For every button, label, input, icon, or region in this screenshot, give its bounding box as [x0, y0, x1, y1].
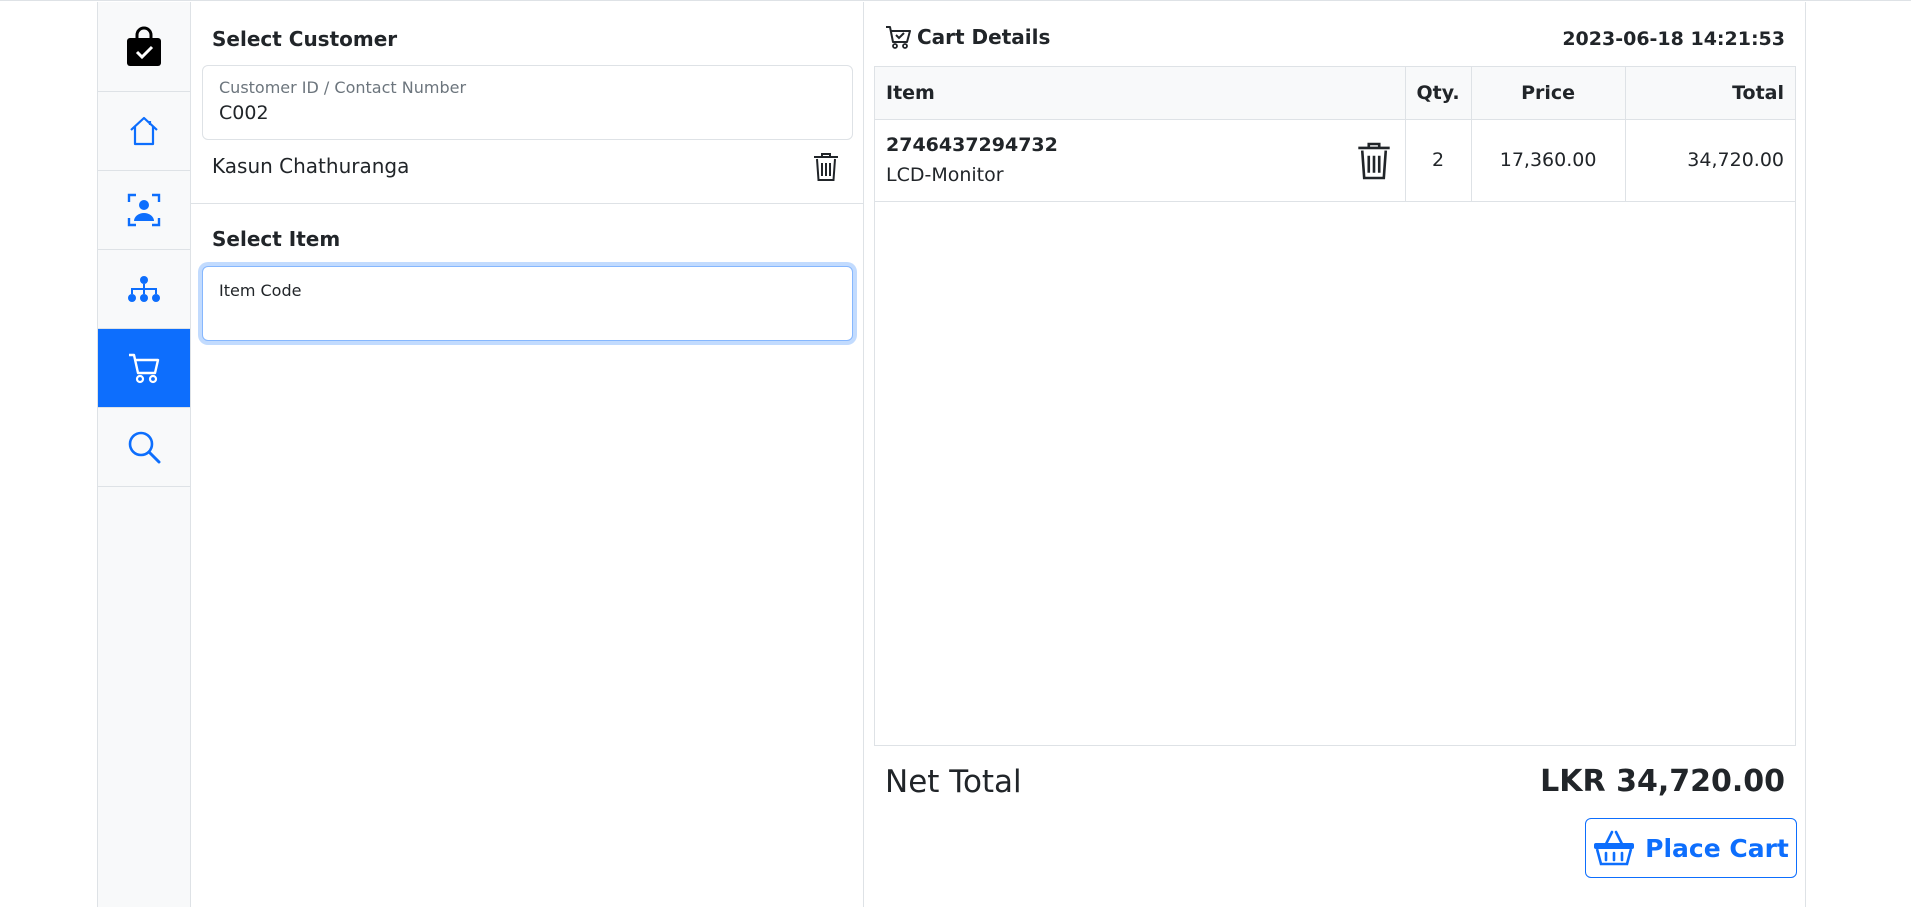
cart-icon	[129, 353, 160, 384]
cart-title: Cart Details	[885, 24, 1050, 50]
column-header-total: Total	[1625, 67, 1795, 120]
net-total-label: Net Total	[885, 764, 1022, 800]
diagram-icon	[128, 276, 160, 302]
column-header-item: Item	[875, 67, 1406, 120]
item-code: 2746437294732	[886, 134, 1058, 156]
table-row: 2746437294732 LCD-Monitor 2 17,360.00 34	[875, 119, 1795, 202]
sidebar-item-customers[interactable]	[98, 171, 190, 250]
shopping-bag-check-icon	[127, 26, 161, 66]
column-header-price: Price	[1471, 67, 1626, 120]
sidebar-item-home[interactable]	[98, 92, 190, 171]
place-cart-label: Place Cart	[1645, 833, 1789, 863]
customer-id-field[interactable]: Customer ID / Contact Number C002	[202, 65, 853, 140]
cart-table-container: Item Qty. Price Total 2746437294732 LCD-…	[874, 66, 1796, 746]
item-code-input[interactable]: Item Code	[202, 266, 853, 341]
cart-item-cell: 2746437294732 LCD-Monitor	[875, 119, 1406, 202]
cart-panel: Cart Details 2023-06-18 14:21:53 Item Qt…	[864, 2, 1806, 907]
item-code-label: Item Code	[219, 281, 302, 300]
item-total: 34,720.00	[1625, 119, 1795, 202]
customer-id-label: Customer ID / Contact Number	[219, 78, 467, 97]
sidebar-logo	[98, 2, 190, 92]
basket-icon	[1594, 830, 1635, 866]
trash-icon	[1357, 142, 1390, 179]
trash-icon	[814, 153, 838, 181]
selection-panel: Select Customer Customer ID / Contact Nu…	[191, 2, 864, 907]
house-icon	[130, 116, 158, 146]
select-item-title: Select Item	[212, 227, 341, 251]
cart-table: Item Qty. Price Total 2746437294732 LCD-…	[875, 67, 1795, 202]
customer-name: Kasun Chathuranga	[212, 154, 410, 178]
sidebar-nav	[97, 2, 191, 907]
search-icon	[128, 431, 161, 464]
remove-customer-button[interactable]	[813, 152, 839, 186]
sidebar-item-items[interactable]	[98, 250, 190, 329]
remove-item-button[interactable]	[1357, 141, 1391, 186]
item-name: LCD-Monitor	[886, 164, 1004, 186]
column-header-qty: Qty.	[1405, 67, 1472, 120]
select-customer-title: Select Customer	[212, 27, 398, 51]
person-badge-icon	[127, 193, 161, 227]
net-total-value: LKR 34,720.00	[1540, 764, 1785, 799]
customer-id-value: C002	[219, 102, 269, 124]
sidebar-item-orders[interactable]	[98, 329, 190, 408]
cart-title-text: Cart Details	[917, 25, 1051, 49]
item-price: 17,360.00	[1471, 119, 1626, 202]
selected-customer-row: Kasun Chathuranga	[191, 140, 863, 204]
cart-table-header: Item Qty. Price Total	[875, 67, 1795, 120]
place-cart-button[interactable]: Place Cart	[1585, 818, 1797, 878]
sidebar-item-search[interactable]	[98, 408, 190, 487]
item-qty: 2	[1405, 119, 1472, 202]
cart-check-icon	[886, 26, 911, 49]
cart-datetime: 2023-06-18 14:21:53	[1562, 28, 1785, 50]
